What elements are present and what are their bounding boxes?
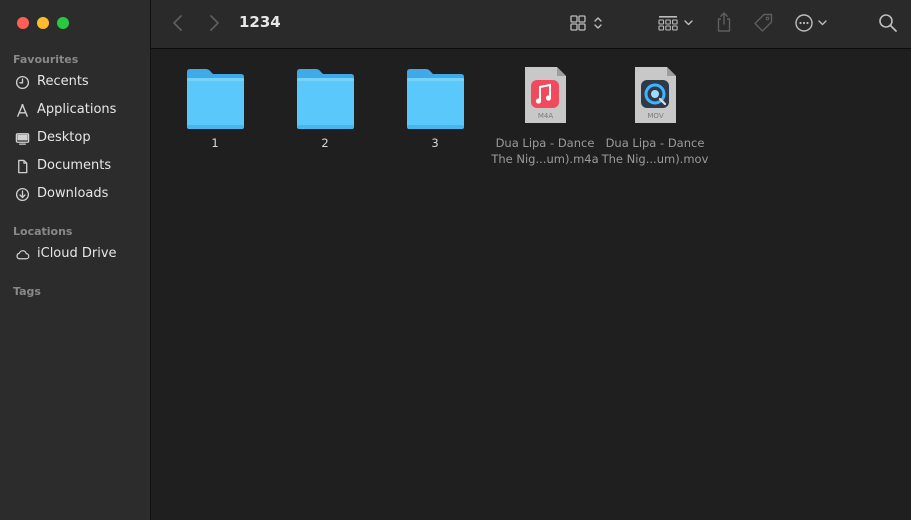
file-name: 3: [431, 136, 439, 150]
desktop-icon: [15, 133, 30, 145]
back-chevron-icon[interactable]: [171, 14, 185, 32]
sidebar-item-recents[interactable]: Recents: [0, 69, 150, 95]
toolbar: 1234: [151, 0, 911, 49]
applications-icon: [17, 104, 28, 117]
cloud-icon: [16, 250, 30, 260]
folder-icon: [407, 69, 464, 129]
sidebar-item-desktop[interactable]: Desktop: [0, 125, 150, 151]
forward-chevron-icon[interactable]: [207, 14, 221, 32]
more-actions-icon[interactable]: [794, 12, 830, 34]
sidebar-item-applications[interactable]: Applications: [0, 97, 150, 123]
file-name-line: Dua Lipa - Dance: [605, 136, 705, 150]
icon-view-grid-icon[interactable]: [570, 14, 606, 32]
share-icon[interactable]: [715, 11, 733, 33]
sidebar-item-label: Documents: [37, 158, 112, 173]
sidebar-item-documents[interactable]: Documents: [0, 153, 150, 179]
finder-window: Favourites Recents Applications Desktop: [0, 0, 911, 520]
clock-icon: [15, 75, 30, 90]
file-type-badge: M4A: [538, 112, 553, 120]
download-icon: [15, 187, 30, 202]
m4a-audio-file-icon: M4A: [525, 67, 566, 123]
sidebar-item-downloads[interactable]: Downloads: [0, 181, 150, 207]
search-icon[interactable]: [878, 13, 898, 33]
favourites-section-title: Favourites: [13, 53, 79, 66]
tag-icon[interactable]: [752, 12, 774, 34]
folder-item[interactable]: 3: [380, 65, 490, 175]
file-name: Dua Lipa - Dance The Nig...um).mov: [600, 135, 710, 167]
file-type-badge: MOV: [647, 112, 663, 120]
file-name-line: Dua Lipa - Dance: [495, 136, 595, 150]
zoom-window-button[interactable]: [57, 17, 69, 29]
folder-item[interactable]: 2: [270, 65, 380, 175]
close-window-button[interactable]: [17, 17, 29, 29]
group-by-icon[interactable]: [658, 14, 696, 32]
sidebar-item-label: Downloads: [37, 186, 109, 201]
file-browser-content: 1 2 3 M4A Dua Lipa - Dance The Nig...um)…: [151, 49, 911, 520]
file-name-line: The Nig...um).m4a: [491, 152, 599, 166]
folder-icon: [187, 69, 244, 129]
file-name: Dua Lipa - Dance The Nig...um).m4a: [490, 135, 600, 167]
locations-section-title: Locations: [13, 225, 73, 238]
audio-file-item[interactable]: M4A Dua Lipa - Dance The Nig...um).m4a: [490, 65, 600, 175]
tags-section-title: Tags: [13, 285, 41, 298]
folder-icon: [297, 69, 354, 129]
document-icon: [18, 159, 28, 174]
minimize-window-button[interactable]: [37, 17, 49, 29]
video-file-item[interactable]: MOV Dua Lipa - Dance The Nig...um).mov: [600, 65, 710, 175]
folder-item[interactable]: 1: [160, 65, 270, 175]
file-name-line: The Nig...um).mov: [601, 152, 709, 166]
window-title: 1234: [239, 13, 281, 31]
sidebar-item-icloud-drive[interactable]: iCloud Drive: [0, 241, 150, 267]
sidebar-item-label: Recents: [37, 74, 89, 89]
sidebar: Favourites Recents Applications Desktop: [0, 0, 151, 520]
sidebar-item-label: iCloud Drive: [37, 246, 117, 261]
file-name: 2: [321, 136, 329, 150]
sidebar-item-label: Applications: [37, 102, 117, 117]
file-name: 1: [211, 136, 219, 150]
sidebar-item-label: Desktop: [37, 130, 91, 145]
mov-video-file-icon: MOV: [635, 67, 676, 123]
